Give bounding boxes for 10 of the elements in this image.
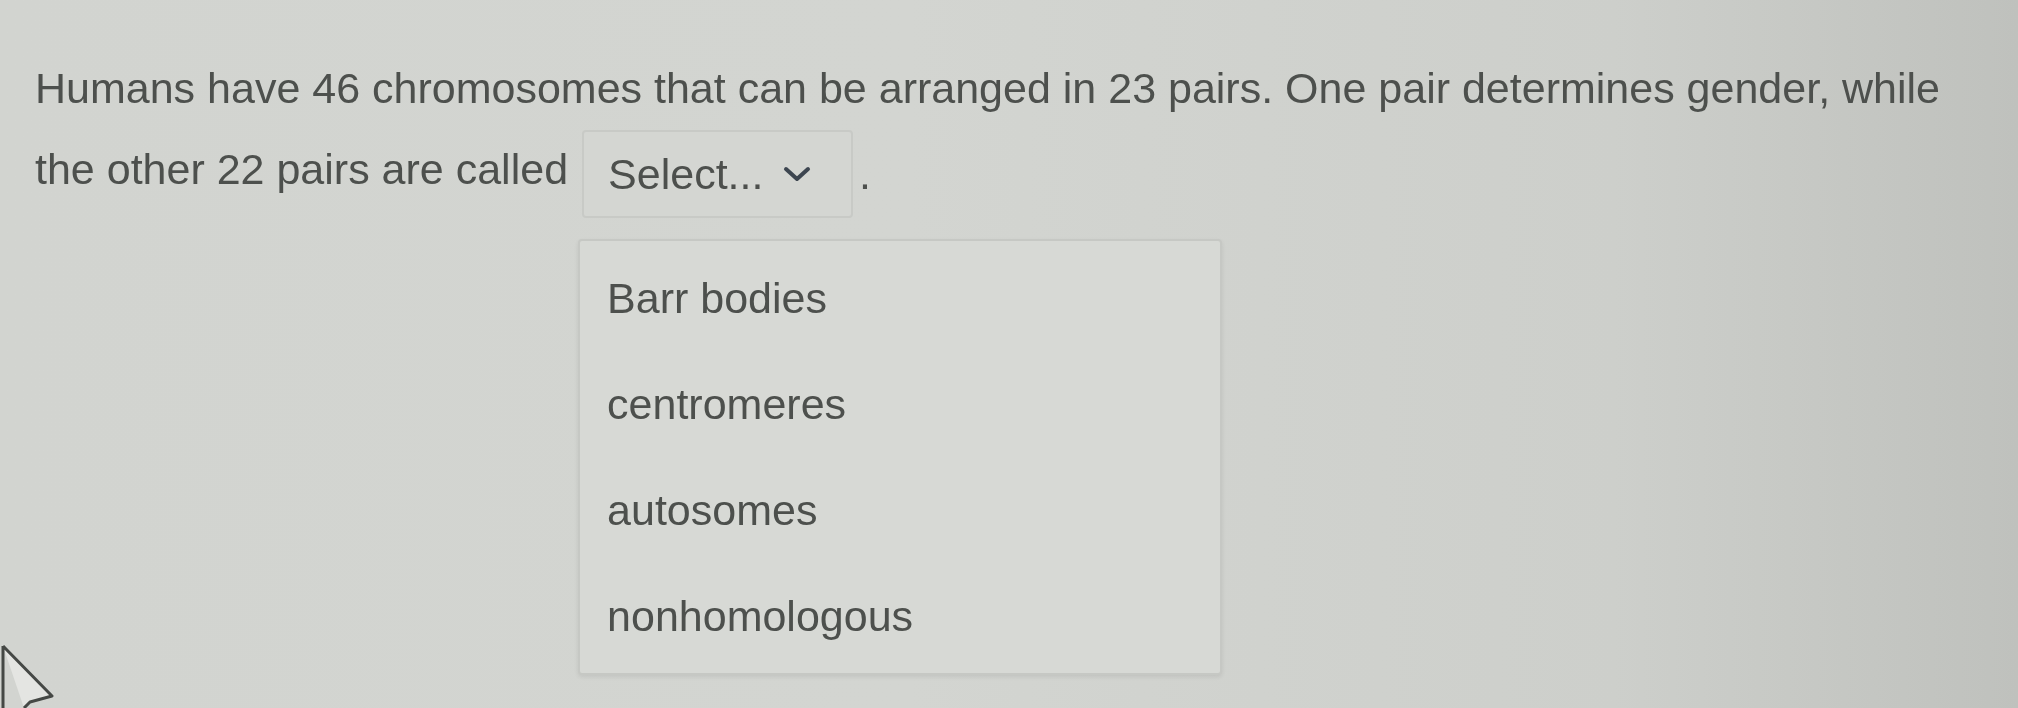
question-text: Humans have 46 chromosomes that can be arranged in 23 pairs. One pair determines gender, while <box>35 63 1941 114</box>
question-text: the other 22 pairs are called <box>35 144 569 195</box>
chevron-down-icon <box>783 166 812 182</box>
dropdown-option[interactable]: nonhomologous <box>580 563 1221 669</box>
answer-dropdown[interactable]: Select... <box>582 130 854 218</box>
sentence-period: . <box>859 149 871 200</box>
dropdown-option[interactable]: Barr bodies <box>580 245 1221 351</box>
dropdown-option[interactable]: autosomes <box>580 457 1221 563</box>
mouse-pointer-icon <box>0 644 56 708</box>
dropdown-option[interactable]: centromeres <box>580 351 1221 457</box>
